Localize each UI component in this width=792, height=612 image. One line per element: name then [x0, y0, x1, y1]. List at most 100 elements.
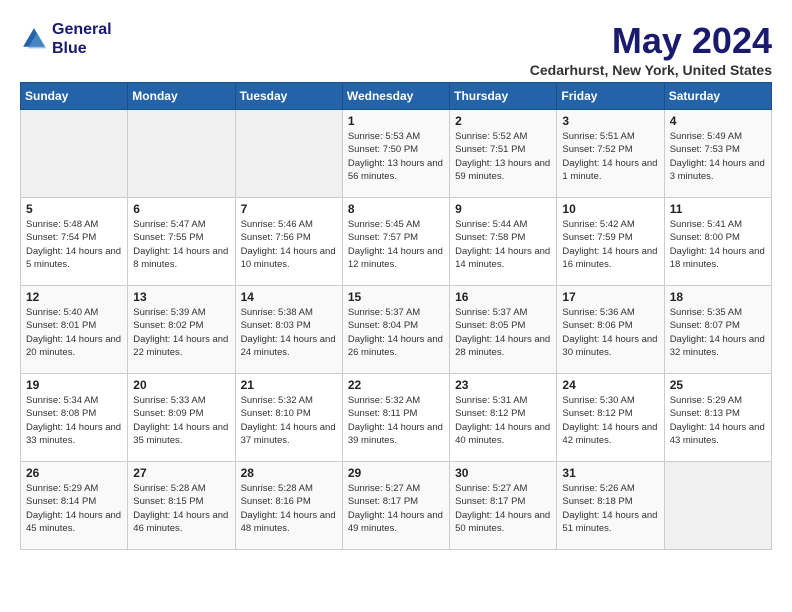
day-number: 1 — [348, 114, 444, 128]
calendar-table: SundayMondayTuesdayWednesdayThursdayFrid… — [20, 82, 772, 550]
day-info: Sunrise: 5:41 AMSunset: 8:00 PMDaylight:… — [670, 218, 766, 271]
day-number: 21 — [241, 378, 337, 392]
day-cell-13: 13 Sunrise: 5:39 AMSunset: 8:02 PMDayligh… — [128, 286, 235, 374]
month-title: May 2024 — [530, 20, 772, 62]
header-sunday: Sunday — [21, 83, 128, 110]
day-cell-31: 31 Sunrise: 5:26 AMSunset: 8:18 PMDayligh… — [557, 462, 664, 550]
day-number: 31 — [562, 466, 658, 480]
header-wednesday: Wednesday — [342, 83, 449, 110]
week-row-2: 5Sunrise: 5:48 AMSunset: 7:54 PMDaylight… — [21, 198, 772, 286]
page-header: General Blue May 2024 Cedarhurst, New Yo… — [20, 20, 772, 78]
day-cell-30: 30Sunrise: 5:27 AMSunset: 8:17 PMDayligh… — [450, 462, 557, 550]
day-number: 5 — [26, 202, 122, 216]
empty-cell — [21, 110, 128, 198]
day-info: Sunrise: 5:39 AMSunset: 8:02 PMDaylight:… — [133, 306, 229, 359]
day-number: 23 — [455, 378, 551, 392]
day-info: Sunrise: 5:28 AMSunset: 8:15 PMDaylight:… — [133, 482, 229, 535]
day-number: 18 — [670, 290, 766, 304]
empty-cell — [664, 462, 771, 550]
day-number: 7 — [241, 202, 337, 216]
logo: General Blue — [20, 20, 112, 58]
day-cell-26: 26 Sunrise: 5:29 AMSunset: 8:14 PMDayligh… — [21, 462, 128, 550]
day-info: Sunrise: 5:26 AMSunset: 8:18 PMDaylight:… — [562, 482, 658, 535]
day-number: 11 — [670, 202, 766, 216]
day-info: Sunrise: 5:32 AMSunset: 8:10 PMDaylight:… — [241, 394, 337, 447]
day-cell-7: 7 Sunrise: 5:46 AMSunset: 7:56 PMDaylight… — [235, 198, 342, 286]
day-number: 9 — [455, 202, 551, 216]
day-number: 3 — [562, 114, 658, 128]
day-info: Sunrise: 5:52 AMSunset: 7:51 PMDaylight:… — [455, 130, 551, 183]
day-info: Sunrise: 5:34 AMSunset: 8:08 PMDaylight:… — [26, 394, 122, 447]
week-row-4: 19Sunrise: 5:34 AMSunset: 8:08 PMDayligh… — [21, 374, 772, 462]
day-cell-4: 4 Sunrise: 5:49 AMSunset: 7:53 PMDaylight… — [664, 110, 771, 198]
day-info: Sunrise: 5:40 AMSunset: 8:01 PMDaylight:… — [26, 306, 122, 359]
day-number: 13 — [133, 290, 229, 304]
day-number: 20 — [133, 378, 229, 392]
day-info: Sunrise: 5:27 AMSunset: 8:17 PMDaylight:… — [455, 482, 551, 535]
day-cell-6: 6Sunrise: 5:47 AMSunset: 7:55 PMDaylight… — [128, 198, 235, 286]
day-info: Sunrise: 5:36 AMSunset: 8:06 PMDaylight:… — [562, 306, 658, 359]
day-number: 22 — [348, 378, 444, 392]
day-info: Sunrise: 5:45 AMSunset: 7:57 PMDaylight:… — [348, 218, 444, 271]
header-monday: Monday — [128, 83, 235, 110]
day-number: 8 — [348, 202, 444, 216]
day-number: 17 — [562, 290, 658, 304]
empty-cell — [128, 110, 235, 198]
day-cell-8: 8 Sunrise: 5:45 AMSunset: 7:57 PMDaylight… — [342, 198, 449, 286]
day-info: Sunrise: 5:33 AMSunset: 8:09 PMDaylight:… — [133, 394, 229, 447]
day-info: Sunrise: 5:47 AMSunset: 7:55 PMDaylight:… — [133, 218, 229, 271]
day-info: Sunrise: 5:29 AMSunset: 8:14 PMDaylight:… — [26, 482, 122, 535]
day-cell-23: 23Sunrise: 5:31 AMSunset: 8:12 PMDayligh… — [450, 374, 557, 462]
day-cell-19: 19Sunrise: 5:34 AMSunset: 8:08 PMDayligh… — [21, 374, 128, 462]
day-number: 4 — [670, 114, 766, 128]
day-number: 27 — [133, 466, 229, 480]
day-cell-28: 28Sunrise: 5:28 AMSunset: 8:16 PMDayligh… — [235, 462, 342, 550]
title-block: May 2024 Cedarhurst, New York, United St… — [530, 20, 772, 78]
day-number: 10 — [562, 202, 658, 216]
day-info: Sunrise: 5:51 AMSunset: 7:52 PMDaylight:… — [562, 130, 658, 183]
day-cell-10: 10 Sunrise: 5:42 AMSunset: 7:59 PMDayligh… — [557, 198, 664, 286]
day-cell-21: 21 Sunrise: 5:32 AMSunset: 8:10 PMDayligh… — [235, 374, 342, 462]
logo-icon — [20, 25, 48, 53]
day-cell-25: 25Sunrise: 5:29 AMSunset: 8:13 PMDayligh… — [664, 374, 771, 462]
header-row: SundayMondayTuesdayWednesdayThursdayFrid… — [21, 83, 772, 110]
day-info: Sunrise: 5:28 AMSunset: 8:16 PMDaylight:… — [241, 482, 337, 535]
day-cell-2: 2 Sunrise: 5:52 AMSunset: 7:51 PMDaylight… — [450, 110, 557, 198]
week-row-3: 12 Sunrise: 5:40 AMSunset: 8:01 PMDayligh… — [21, 286, 772, 374]
day-cell-12: 12 Sunrise: 5:40 AMSunset: 8:01 PMDayligh… — [21, 286, 128, 374]
day-info: Sunrise: 5:37 AMSunset: 8:05 PMDaylight:… — [455, 306, 551, 359]
day-info: Sunrise: 5:46 AMSunset: 7:56 PMDaylight:… — [241, 218, 337, 271]
day-cell-18: 18Sunrise: 5:35 AMSunset: 8:07 PMDayligh… — [664, 286, 771, 374]
day-number: 29 — [348, 466, 444, 480]
week-row-5: 26 Sunrise: 5:29 AMSunset: 8:14 PMDayligh… — [21, 462, 772, 550]
day-info: Sunrise: 5:38 AMSunset: 8:03 PMDaylight:… — [241, 306, 337, 359]
logo-line2: Blue — [52, 39, 112, 58]
day-cell-14: 14Sunrise: 5:38 AMSunset: 8:03 PMDayligh… — [235, 286, 342, 374]
day-cell-9: 9Sunrise: 5:44 AMSunset: 7:58 PMDaylight… — [450, 198, 557, 286]
header-thursday: Thursday — [450, 83, 557, 110]
day-number: 2 — [455, 114, 551, 128]
day-info: Sunrise: 5:27 AMSunset: 8:17 PMDaylight:… — [348, 482, 444, 535]
day-number: 15 — [348, 290, 444, 304]
day-info: Sunrise: 5:49 AMSunset: 7:53 PMDaylight:… — [670, 130, 766, 183]
day-info: Sunrise: 5:29 AMSunset: 8:13 PMDaylight:… — [670, 394, 766, 447]
day-cell-16: 16Sunrise: 5:37 AMSunset: 8:05 PMDayligh… — [450, 286, 557, 374]
day-number: 12 — [26, 290, 122, 304]
header-friday: Friday — [557, 83, 664, 110]
day-cell-27: 27 Sunrise: 5:28 AMSunset: 8:15 PMDayligh… — [128, 462, 235, 550]
day-cell-1: 1Sunrise: 5:53 AMSunset: 7:50 PMDaylight… — [342, 110, 449, 198]
day-info: Sunrise: 5:30 AMSunset: 8:12 PMDaylight:… — [562, 394, 658, 447]
day-cell-5: 5Sunrise: 5:48 AMSunset: 7:54 PMDaylight… — [21, 198, 128, 286]
empty-cell — [235, 110, 342, 198]
day-cell-11: 11 Sunrise: 5:41 AMSunset: 8:00 PMDayligh… — [664, 198, 771, 286]
day-number: 26 — [26, 466, 122, 480]
day-info: Sunrise: 5:42 AMSunset: 7:59 PMDaylight:… — [562, 218, 658, 271]
day-cell-15: 15Sunrise: 5:37 AMSunset: 8:04 PMDayligh… — [342, 286, 449, 374]
day-info: Sunrise: 5:32 AMSunset: 8:11 PMDaylight:… — [348, 394, 444, 447]
header-tuesday: Tuesday — [235, 83, 342, 110]
logo-line1: General — [52, 20, 112, 39]
location: Cedarhurst, New York, United States — [530, 62, 772, 78]
day-number: 24 — [562, 378, 658, 392]
day-cell-3: 3 Sunrise: 5:51 AMSunset: 7:52 PMDaylight… — [557, 110, 664, 198]
header-saturday: Saturday — [664, 83, 771, 110]
